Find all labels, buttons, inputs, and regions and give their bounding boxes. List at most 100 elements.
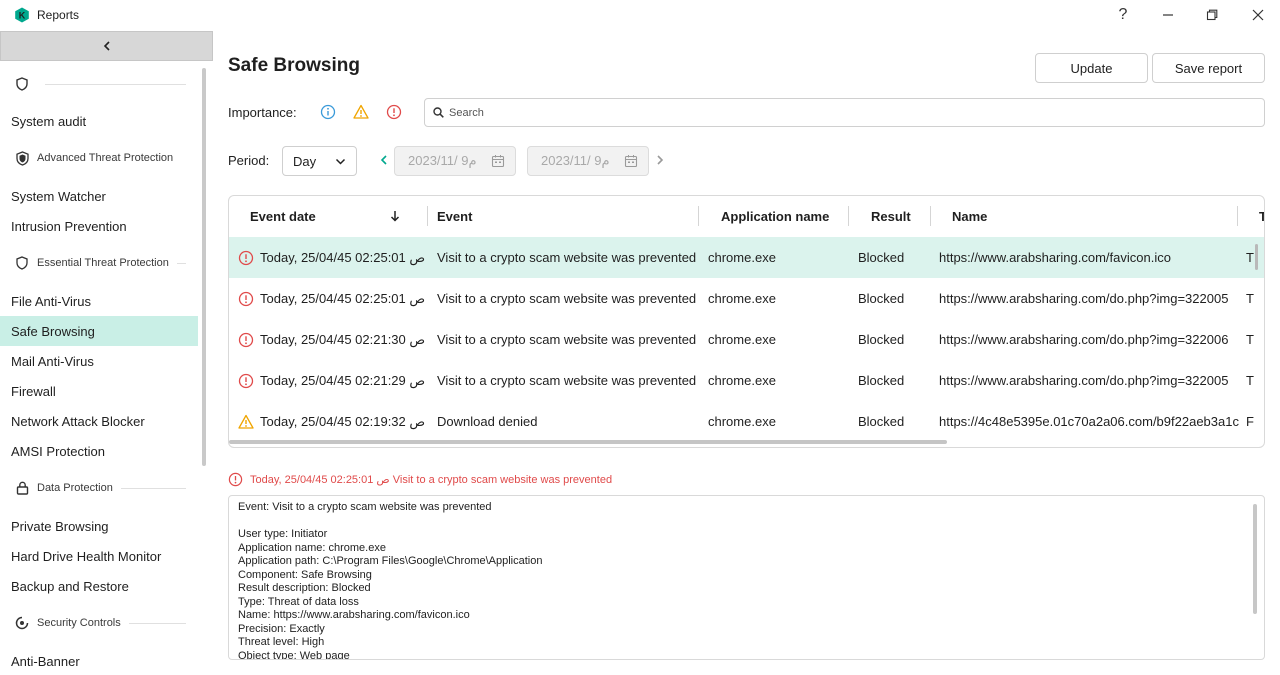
column-header-name[interactable]: Name [952, 196, 987, 236]
sidebar-item-file-anti-virus[interactable]: File Anti-Virus [0, 286, 198, 316]
column-divider[interactable] [930, 206, 931, 226]
sidebar-section-essential: Essential Threat Protection [14, 253, 186, 273]
cell-event-date: Today, 25/04/45 02:25:01 ص [260, 290, 426, 306]
sidebar-item-mail-anti-virus[interactable]: Mail Anti-Virus [0, 346, 198, 376]
sidebar-item-safe-browsing[interactable]: Safe Browsing [0, 316, 198, 346]
calendar-icon[interactable] [624, 154, 638, 168]
cell-event-date: Today, 25/04/45 02:21:29 ص [260, 372, 426, 388]
details-scrollbar[interactable] [1253, 504, 1257, 614]
info-filter-icon[interactable] [320, 104, 336, 120]
search-input[interactable] [449, 106, 1229, 119]
warning-filter-icon[interactable] [353, 104, 369, 120]
search-icon [433, 107, 444, 118]
restore-icon [1206, 9, 1218, 21]
table-row[interactable]: Today, 25/04/45 02:21:29 ص Visit to a cr… [229, 360, 1264, 401]
sidebar-section-security-controls: Security Controls [14, 613, 186, 633]
sidebar-item-hard-drive-health-monitor[interactable]: Hard Drive Health Monitor [0, 541, 198, 571]
sidebar-item-label: Hard Drive Health Monitor [11, 548, 162, 564]
divider [128, 622, 186, 624]
warning-icon [238, 414, 254, 429]
sidebar-item-label: System audit [11, 113, 87, 129]
sidebar-collapse-button[interactable] [0, 31, 213, 61]
column-header-label: Result [871, 208, 911, 224]
cell-result: Blocked [858, 414, 905, 429]
events-table: Event date Event Application name Result… [228, 195, 1265, 448]
shield-icon [14, 255, 30, 271]
period-value: Day [293, 153, 317, 169]
detail-line: Type: Threat of data loss [238, 595, 359, 608]
cell-result: Blocked [858, 332, 905, 347]
cell-application: chrome.exe [708, 291, 776, 306]
column-header-label: Event date [250, 208, 316, 224]
chevron-left-icon [380, 155, 387, 165]
sidebar-item-amsi-protection[interactable]: AMSI Protection [0, 436, 198, 466]
sidebar-section-label: Data Protection [37, 482, 113, 494]
date-from-field[interactable]: 2023/11/ 9م [394, 146, 516, 176]
detail-line: Application path: C:\Program Files\Googl… [238, 555, 543, 567]
sidebar-item-anti-banner[interactable]: Anti-Banner [0, 646, 198, 675]
column-header-truncated[interactable]: T [1259, 196, 1264, 236]
table-row[interactable]: Today, 25/04/45 02:25:01 ص Visit to a cr… [229, 237, 1264, 278]
sidebar-item-label: AMSI Protection [11, 443, 105, 459]
event-details-panel[interactable]: Event: Visit to a crypto scam website wa… [228, 495, 1265, 660]
critical-icon [228, 472, 243, 486]
update-button[interactable]: Update [1035, 53, 1148, 83]
table-row[interactable]: Today, 25/04/45 02:21:30 ص Visit to a cr… [229, 319, 1264, 360]
cell-application: chrome.exe [708, 414, 776, 429]
sidebar-item-label: Safe Browsing [11, 323, 95, 339]
cell-name: https://4c48e5395e.01c70a2a06.com/b9f22a… [939, 414, 1239, 429]
next-period-button[interactable] [653, 152, 667, 168]
critical-icon [238, 291, 254, 307]
date-to-field[interactable]: 2023/11/ 9م [527, 146, 649, 176]
detail-line: Name: https://www.arabsharing.com/favico… [238, 609, 470, 621]
critical-filter-icon[interactable] [386, 104, 402, 120]
column-header-event[interactable]: Event [437, 196, 472, 236]
column-header-label: Event [437, 208, 473, 224]
sidebar-item-network-attack-blocker[interactable]: Network Attack Blocker [0, 406, 198, 436]
detail-line: Component: Safe Browsing [238, 568, 372, 581]
table-row[interactable]: Today, 25/04/45 02:25:01 ص Visit to a cr… [229, 278, 1264, 319]
detail-line: Result description: Blocked [238, 582, 371, 594]
minimize-button[interactable] [1153, 4, 1183, 26]
restore-button[interactable] [1197, 4, 1227, 26]
lock-icon [14, 480, 30, 496]
period-select[interactable]: Day [282, 146, 357, 176]
sidebar-item-intrusion-prevention[interactable]: Intrusion Prevention [0, 211, 198, 241]
save-report-button[interactable]: Save report [1152, 53, 1265, 83]
sidebar-item-private-browsing[interactable]: Private Browsing [0, 511, 198, 541]
previous-period-button[interactable] [377, 152, 391, 168]
close-button[interactable] [1243, 4, 1273, 26]
calendar-icon[interactable] [491, 154, 505, 168]
table-row[interactable]: Today, 25/04/45 02:19:32 ص Download deni… [229, 401, 1264, 442]
cell-name: https://www.arabsharing.com/favicon.ico [939, 250, 1171, 265]
chevron-left-icon [103, 41, 110, 51]
cell-name: https://www.arabsharing.com/do.php?img=3… [939, 332, 1229, 347]
column-header-event-date[interactable]: Event date [250, 196, 316, 236]
column-header-result[interactable]: Result [871, 196, 911, 236]
sidebar-item-system-watcher[interactable]: System Watcher [0, 181, 198, 211]
table-horizontal-scrollbar[interactable] [229, 440, 947, 444]
column-divider[interactable] [698, 206, 699, 226]
chevron-down-icon [335, 158, 346, 165]
table-vertical-scrollbar[interactable] [1255, 244, 1258, 270]
column-divider[interactable] [1237, 206, 1238, 226]
cell-application: chrome.exe [708, 250, 776, 265]
cell-application: chrome.exe [708, 373, 776, 388]
help-button[interactable]: ? [1108, 4, 1138, 26]
sidebar-item-backup-and-restore[interactable]: Backup and Restore [0, 571, 198, 601]
help-icon: ? [1118, 6, 1128, 23]
sidebar-item-firewall[interactable]: Firewall [0, 376, 198, 406]
detail-line: Application name: chrome.exe [238, 541, 386, 554]
detail-line: Threat level: High [238, 636, 325, 648]
sidebar-item-system-audit[interactable]: System audit [0, 106, 198, 136]
column-header-application-name[interactable]: Application name [721, 196, 829, 236]
kaspersky-logo-icon: K [15, 7, 29, 23]
minimize-icon [1163, 14, 1173, 16]
detail-line: Precision: Exactly [238, 622, 325, 635]
sort-descending-icon[interactable] [390, 210, 400, 222]
sidebar-scrollbar[interactable] [202, 68, 206, 466]
cell-name: https://www.arabsharing.com/do.php?img=3… [939, 291, 1229, 306]
search-field[interactable] [424, 98, 1265, 127]
column-divider[interactable] [848, 206, 849, 226]
column-divider[interactable] [427, 206, 428, 226]
